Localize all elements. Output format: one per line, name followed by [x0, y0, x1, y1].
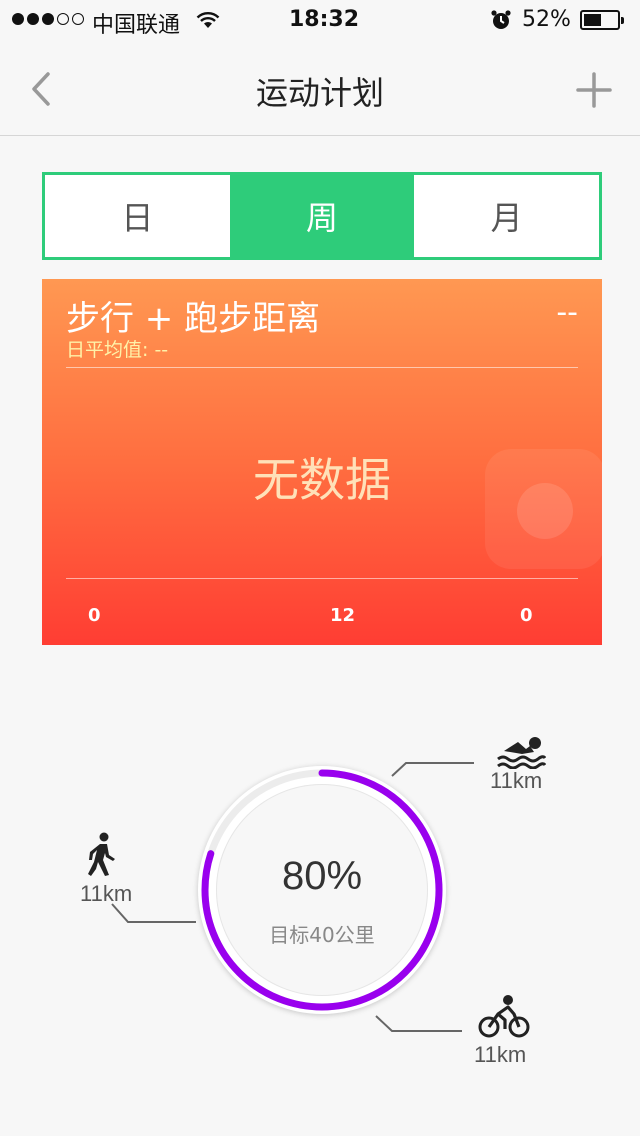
walk-distance: 11km — [80, 881, 133, 906]
cycling-icon — [478, 995, 530, 1038]
walking-icon — [88, 832, 115, 876]
callout-lines — [111, 762, 474, 1032]
swim-distance: 11km — [490, 768, 543, 793]
swimming-icon — [497, 737, 546, 769]
cycle-distance: 11km — [474, 1042, 527, 1067]
